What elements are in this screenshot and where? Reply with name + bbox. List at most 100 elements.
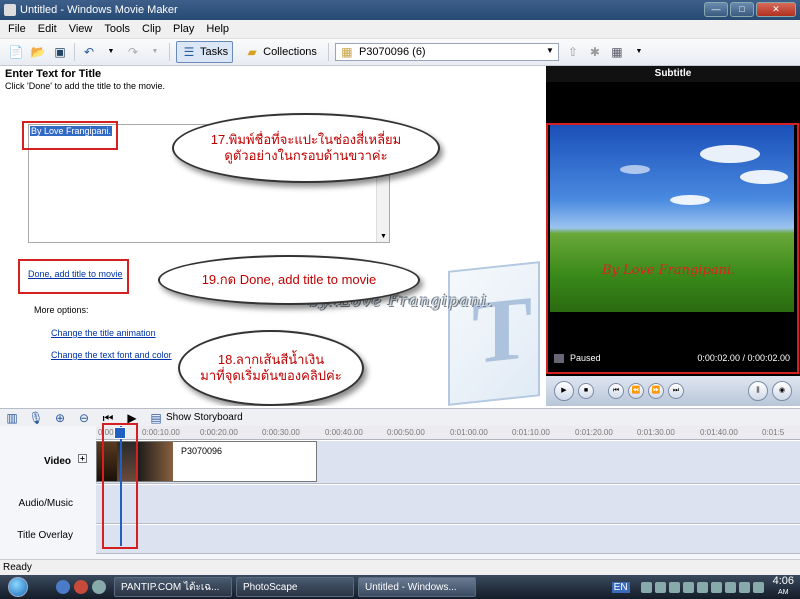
language-indicator[interactable]: EN [611, 581, 630, 593]
clock-time: 4:06 [772, 575, 794, 587]
narrate-microphone-icon[interactable]: 🎙 [28, 410, 44, 426]
split-clip-icon[interactable]: ⫼ [748, 381, 768, 401]
play-icon[interactable]: ▶ [554, 381, 574, 401]
window-titlebar[interactable]: Untitled - Windows Movie Maker — □ ✕ [0, 0, 800, 20]
tasks-label: Tasks [200, 46, 229, 58]
menu-bar: File Edit View Tools Clip Play Help [0, 20, 800, 39]
callout-step-17-text: 17.พิมพ์ชื่อที่จะแปะในช่องสี่เหลี่ยม ดูต… [210, 131, 402, 163]
tray-icon[interactable] [752, 581, 764, 593]
ruler-tick: 0:00:20.00 [200, 428, 238, 437]
tray-icon[interactable] [738, 581, 750, 593]
highlight-box-done [18, 259, 129, 294]
tray-icon[interactable] [668, 581, 680, 593]
taskbar-item-pantip[interactable]: PANTIP.COM ได้ะเฉ... [114, 577, 232, 597]
taskbar-item-movie-maker[interactable]: Untitled - Windows... [358, 577, 476, 597]
forward-icon[interactable]: ⏩ [648, 383, 664, 399]
collection-select[interactable]: ▦ P3070096 (6) ▼ [334, 43, 559, 61]
audio-track-label: Audio/Music [18, 498, 73, 509]
system-tray: EN 4:06 AM [611, 575, 800, 599]
expand-track-icon[interactable]: + [78, 454, 87, 463]
tray-icon[interactable] [710, 581, 722, 593]
scroll-down-icon[interactable]: ▼ [380, 233, 387, 240]
redo-icon[interactable]: ↷ [125, 44, 141, 60]
browser-icon[interactable] [74, 580, 88, 594]
show-desktop-icon[interactable] [92, 580, 106, 594]
close-button[interactable]: ✕ [756, 2, 796, 17]
menu-clip[interactable]: Clip [142, 23, 161, 35]
tray-icon[interactable] [682, 581, 694, 593]
ie-icon[interactable] [56, 580, 70, 594]
collection-select-value: P3070096 (6) [358, 46, 426, 58]
playback-controls: ▶ ■ ⏮ ⏪ ⏩ ⏭ ⫼ ◉ [546, 376, 800, 406]
window-title: Untitled - Windows Movie Maker [20, 4, 178, 16]
ruler-tick: 0:00:50.00 [387, 428, 425, 437]
undo-dropdown-icon[interactable]: ▼ [103, 44, 119, 60]
undo-icon[interactable]: ↶ [81, 44, 97, 60]
callout-step-19: 19.กด Done, add title to movie [158, 255, 420, 305]
window-controls: — □ ✕ [704, 2, 796, 17]
change-title-animation-link[interactable]: Change the title animation [51, 328, 156, 338]
maximize-button[interactable]: □ [730, 2, 754, 17]
status-bar: Ready [0, 559, 800, 575]
callout-step-19-text: 19.กด Done, add title to movie [201, 271, 377, 287]
tray-icon[interactable] [654, 581, 666, 593]
previous-frame-icon[interactable]: ⏮ [608, 383, 624, 399]
time-ruler[interactable]: 0:00 0:00:10.00 0:00:20.00 0:00:30.00 0:… [96, 426, 800, 440]
tray-icon[interactable] [640, 581, 652, 593]
menu-play[interactable]: Play [173, 23, 194, 35]
zoom-out-icon[interactable]: ⊖ [76, 410, 92, 426]
storyboard-icon: ▤ [150, 410, 162, 425]
set-audio-levels-icon[interactable]: ▥ [4, 410, 20, 426]
collections-button[interactable]: ▰ Collections [239, 41, 322, 63]
change-font-color-link[interactable]: Change the text font and color [51, 350, 172, 360]
highlight-box-title [22, 121, 118, 150]
title-overlay-track-label: Title Overlay [17, 530, 73, 541]
menu-help[interactable]: Help [206, 23, 229, 35]
task-pane: Enter Text for Title Click 'Done' to add… [0, 66, 546, 406]
next-frame-icon[interactable]: ⏭ [668, 383, 684, 399]
start-button[interactable] [0, 575, 36, 599]
clock[interactable]: 4:06 AM [773, 576, 794, 598]
taskbar-item-label: PANTIP.COM ได้ะเฉ... [121, 581, 220, 593]
up-level-icon[interactable]: ⇧ [565, 44, 581, 60]
menu-file[interactable]: File [8, 23, 26, 35]
new-project-icon[interactable]: 📄 [8, 44, 24, 60]
app-icon[interactable] [4, 4, 16, 16]
windows-taskbar: PANTIP.COM ได้ะเฉ... PhotoScape Untitled… [0, 575, 800, 599]
chevron-down-icon[interactable]: ▼ [546, 46, 554, 55]
menu-tools[interactable]: Tools [104, 23, 130, 35]
video-track-label: Video + [0, 454, 95, 467]
audio-track[interactable] [96, 484, 800, 524]
save-icon[interactable]: ▣ [52, 44, 68, 60]
stop-icon[interactable]: ■ [578, 383, 594, 399]
redo-dropdown-icon[interactable]: ▼ [147, 44, 163, 60]
taskbar-item-photoscape[interactable]: PhotoScape [236, 577, 354, 597]
menu-view[interactable]: View [69, 23, 93, 35]
menu-edit[interactable]: Edit [38, 23, 57, 35]
zoom-in-icon[interactable]: ⊕ [52, 410, 68, 426]
timeline: 0:00 0:00:10.00 0:00:20.00 0:00:30.00 0:… [0, 423, 800, 559]
pane-title: Enter Text for Title [5, 68, 102, 80]
open-folder-icon[interactable]: 📂 [30, 44, 46, 60]
snapshot-icon[interactable]: ◉ [772, 381, 792, 401]
ruler-tick: 0:01:00.00 [450, 428, 488, 437]
callout-step-18-text: 18.ลากเส้นสีน้ำเงิน มาที่จุดเริ่มต้นของค… [200, 351, 342, 383]
rewind-icon[interactable]: ⏪ [628, 383, 644, 399]
monitor-status-icon [554, 354, 564, 363]
tasks-button[interactable]: ☰ Tasks [176, 41, 234, 63]
views-dropdown-icon[interactable]: ▼ [631, 44, 647, 60]
ruler-tick: 0:01:10.00 [512, 428, 550, 437]
collection-icon: ▦ [341, 45, 353, 59]
title-graphic: T [448, 261, 540, 406]
show-storyboard-button[interactable]: Show Storyboard [166, 412, 243, 423]
minimize-button[interactable]: — [704, 2, 728, 17]
ruler-tick: 0:00:40.00 [325, 428, 363, 437]
title-overlay-track[interactable] [96, 524, 800, 554]
tray-icon[interactable] [696, 581, 708, 593]
new-collection-icon[interactable]: ✱ [587, 44, 603, 60]
views-icon[interactable]: ▦ [609, 44, 625, 60]
more-options-label: More options: [34, 305, 89, 315]
tray-icon[interactable] [724, 581, 736, 593]
monitor-status-bar: Paused 0:00:02.00 / 0:00:02.00 [550, 351, 794, 367]
toolbar-separator [327, 43, 329, 61]
